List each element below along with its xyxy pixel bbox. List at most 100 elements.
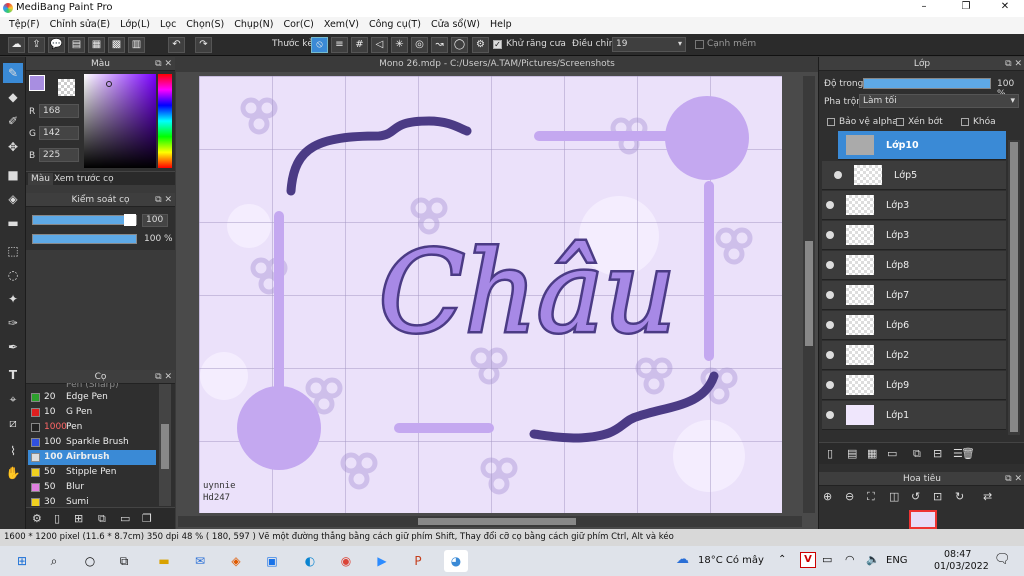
document-icon[interactable]: ▦ [88,37,105,53]
blend-mode-select[interactable]: Làm tối ▾ [859,94,1019,108]
clip-checkbox[interactable] [896,118,904,126]
eye-icon[interactable] [834,171,842,179]
bucket-tool-icon[interactable]: ◈ [3,189,23,209]
powerpoint-icon[interactable]: P [406,550,430,572]
brush-item[interactable]: 100 Sparkle Brush [28,435,156,450]
select-pen-icon[interactable]: ✑ [3,313,23,333]
cortana-icon[interactable]: ○ [78,550,102,572]
eraser-tool-icon[interactable]: ◆ [3,87,23,107]
brush-list-scrollbar[interactable] [159,384,171,506]
zoom-icon[interactable]: ▶ [370,550,394,572]
copy-icon[interactable]: ⧉ [98,512,106,526]
saturation-picker[interactable] [84,74,156,168]
menu-tools[interactable]: Công cụ(T) [364,17,426,34]
edge-icon[interactable]: ◐ [298,550,322,572]
eye-icon[interactable] [826,291,834,299]
undo-icon[interactable]: ↶ [168,37,185,53]
navigator-thumbnail[interactable] [909,510,937,529]
layer-row[interactable]: Lớp5 [822,161,1006,190]
menu-view[interactable]: Xem(V) [319,17,364,34]
file-explorer-icon[interactable]: ▬ [152,550,176,572]
parallel-ruler-icon[interactable]: ≡ [331,37,348,53]
size-slider[interactable] [32,215,137,225]
redo-icon[interactable]: ↷ [195,37,212,53]
cross-ruler-icon[interactable]: # [351,37,368,53]
panel-close-icon[interactable]: ⧉ ✕ [155,57,172,71]
gear-icon[interactable]: ⚙ [32,512,42,525]
size-input[interactable]: 100 [142,214,168,227]
menu-select[interactable]: Chọn(S) [181,17,229,34]
search-icon[interactable]: ⌕ [42,550,66,572]
menu-color[interactable]: Cor(C) [278,17,318,34]
window-tray-icon[interactable]: ▭ [822,553,832,566]
scrollbar-thumb[interactable] [1010,142,1018,432]
ruler-off-icon[interactable]: ⦸ [311,37,328,53]
text-tool-icon[interactable]: T [3,365,23,385]
weather-text[interactable]: 18°C Có mây [698,555,764,566]
layers-scrollbar[interactable] [1008,140,1020,435]
select-eraser-icon[interactable]: ✒ [3,337,23,357]
layer-row[interactable]: Lớp1 [822,401,1006,430]
menu-snap[interactable]: Chụp(N) [229,17,278,34]
vanishing-point-icon[interactable]: ◁ [371,37,388,53]
dot-tool-icon[interactable]: ✐ [3,111,23,131]
layer-row[interactable]: Lớp6 [822,311,1006,340]
vivaldi-tray-icon[interactable]: V [800,552,816,568]
antialias-checkbox[interactable]: ✓ [493,40,502,49]
layer-row[interactable]: Lớp2 [822,341,1006,370]
size-slider-thumb[interactable] [124,214,136,226]
primary-color-swatch[interactable] [29,75,45,91]
opacity-slider[interactable] [32,234,137,244]
close-button[interactable]: ✕ [985,1,1024,16]
gradation-tool-icon[interactable]: ▬ [3,213,23,233]
eye-icon[interactable] [826,351,834,359]
layer-row-selected[interactable]: Lớp10 [838,131,1006,160]
hand-tool-icon[interactable]: ✋ [3,463,23,483]
eye-icon[interactable] [826,411,834,419]
share-icon[interactable]: ⇪ [28,37,45,53]
divide-tool-icon[interactable]: ⧄ [3,413,23,433]
panel-close-icon[interactable]: ⧉ ✕ [155,370,172,384]
layer-opacity-slider[interactable] [863,78,991,89]
shape-tool-icon[interactable]: ■ [3,165,23,185]
brush-item-selected[interactable]: 100 Airbrush [28,450,156,465]
brush-item[interactable]: 10 G Pen [28,405,156,420]
layer-row[interactable]: Lớp8 [822,251,1006,280]
adjust-select[interactable]: 19 ▾ [612,37,686,52]
maximize-button[interactable]: ❐ [946,1,986,16]
menu-window[interactable]: Cửa sổ(W) [426,17,485,34]
brush-item[interactable]: 20 Edge Pen [28,390,156,405]
store-icon[interactable]: ▣ [260,550,284,572]
rotate-left-icon[interactable]: ↺ [911,490,920,503]
zoom-in-icon[interactable]: ⊕ [823,490,832,503]
brush-tool-icon[interactable]: ✎ [3,63,23,83]
eye-icon[interactable] [826,381,834,389]
flip-icon[interactable]: ⇄ [983,490,992,503]
comment-icon[interactable]: 💬 [48,37,65,53]
new-8bit-layer-icon[interactable]: ▦ [867,447,877,460]
brush-item[interactable]: 1000 Pen [28,420,156,435]
vertical-scrollbar[interactable] [803,76,815,513]
horizontal-scrollbar[interactable] [178,516,802,527]
drawing-canvas[interactable]: Châu uynnie Hd247 [199,76,782,513]
eye-icon[interactable] [826,261,834,269]
concentric-ruler-icon[interactable]: ◎ [411,37,428,53]
folder-icon[interactable]: ▭ [887,447,897,460]
page-icon[interactable]: ▤ [68,37,85,53]
chrome-icon[interactable]: ◉ [334,550,358,572]
clock-time[interactable]: 08:47 [944,549,971,560]
layer-row[interactable]: Lớp3 [822,191,1006,220]
tab-color[interactable]: Màu [28,173,53,185]
radial-ruler-icon[interactable]: ✳ [391,37,408,53]
brush-item[interactable]: 50 Blur [28,480,156,495]
layer-row[interactable]: Lớp9 [822,371,1006,400]
wifi-icon[interactable]: ◠ [845,553,855,566]
panel-close-icon[interactable]: ⧉ ✕ [155,193,172,207]
add-brush-icon[interactable]: ⊞ [74,512,83,525]
notification-icon[interactable]: 🗨 [994,552,1011,567]
new-layer-icon[interactable]: ▯ [827,447,833,460]
ruler-settings-icon[interactable]: ⚙ [472,37,489,53]
move-tool-icon[interactable]: ✥ [3,137,23,157]
medibang-icon[interactable]: ◕ [444,550,468,572]
panel-close-icon[interactable]: ⧉ ✕ [1005,57,1022,71]
